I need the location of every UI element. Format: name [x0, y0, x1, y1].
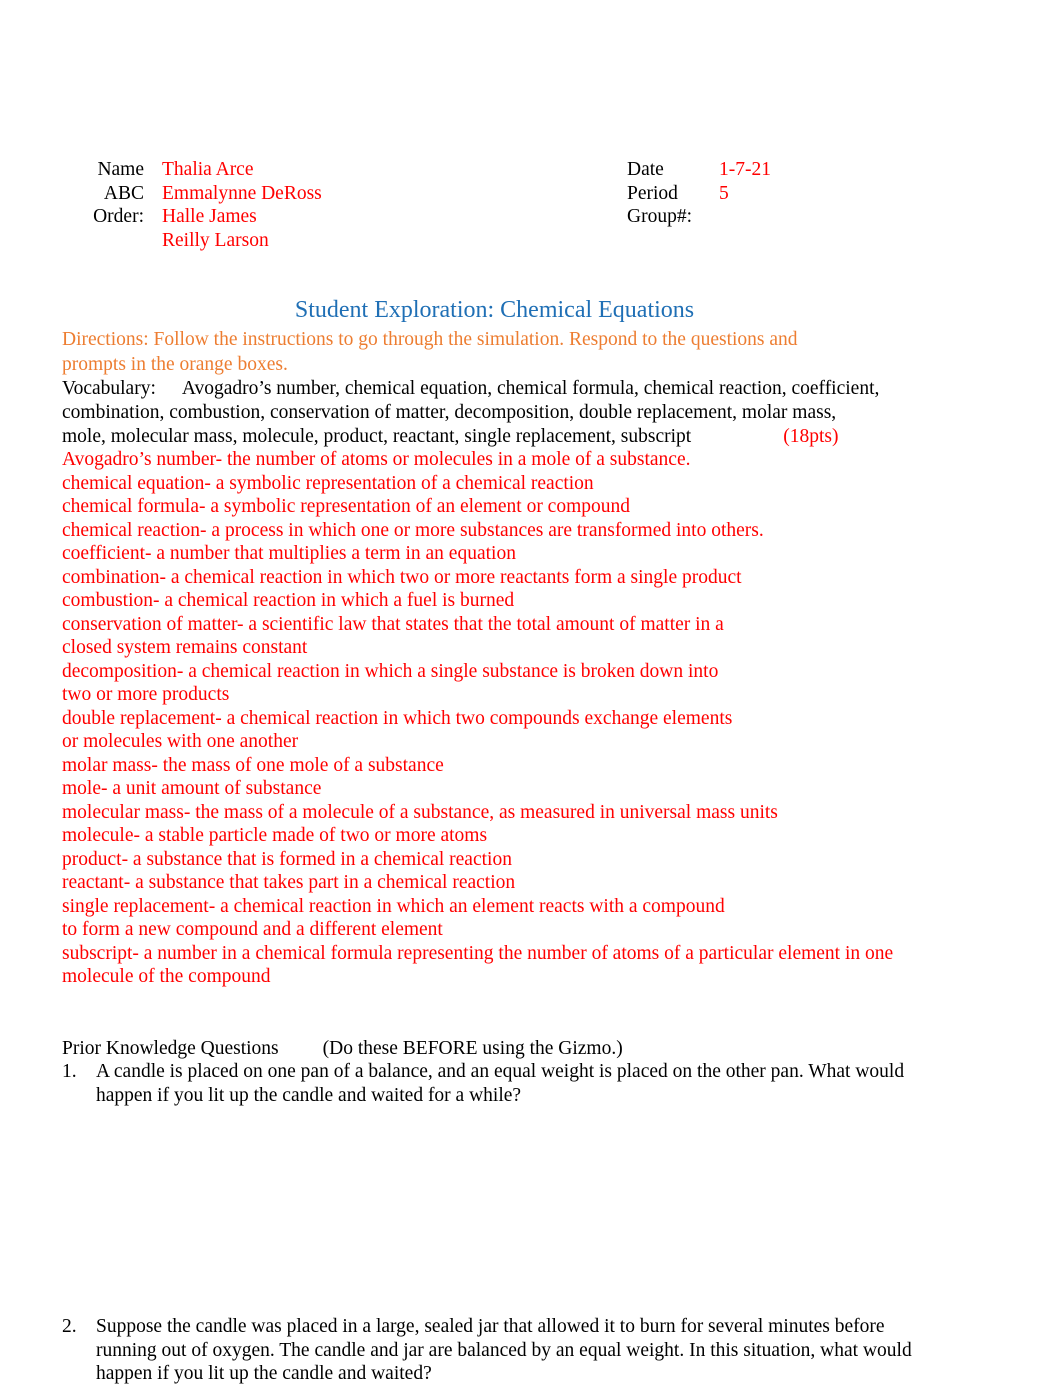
definition-line: Avogadro’s number- the number of atoms o… — [62, 449, 691, 471]
definition-line: subscript- a number in a chemical formul… — [62, 942, 894, 964]
question-number: 1. — [62, 1061, 77, 1083]
period-label: Period — [627, 182, 678, 204]
header-student-names: Thalia Arce Emmalynne DeRoss Halle James… — [162, 158, 322, 252]
definitions-answer-block: Avogadro’s number- the number of atoms o… — [62, 448, 942, 989]
definition-line: conservation of matter- a scientific law… — [62, 613, 724, 635]
document-header: Name ABC Order: Thalia Arce Emmalynne De… — [62, 158, 962, 258]
abc-label: ABC — [103, 182, 144, 204]
vocabulary-points: (18pts) — [783, 425, 839, 447]
definition-line: chemical formula- a symbolic representat… — [62, 496, 631, 518]
document-content: Name ABC Order: Thalia Arce Emmalynne De… — [62, 158, 962, 1386]
group-label: Group#: — [627, 206, 692, 227]
student-name-1: Thalia Arce — [162, 159, 254, 180]
question-item-1: 1. A candle is placed on one pan of a ba… — [62, 1060, 936, 1107]
definition-line: product- a substance that is formed in a… — [62, 848, 512, 870]
vocabulary-label: Vocabulary: — [62, 378, 156, 399]
vocabulary-block: Vocabulary: Avogadro’s number, chemical e… — [62, 377, 882, 448]
definition-line: mole- a unit amount of substance — [62, 778, 322, 800]
definition-line: molecular mass- the mass of a molecule o… — [62, 801, 778, 823]
header-row-period: Period 5 — [627, 182, 771, 206]
definition-line: chemical reaction- a process in which on… — [62, 519, 764, 541]
vocabulary-terms: Avogadro’s number, chemical equation, ch… — [62, 378, 880, 447]
definition-line: single replacement- a chemical reaction … — [62, 895, 725, 917]
order-label: Order: — [93, 206, 144, 227]
question-text: Suppose the candle was placed in a large… — [96, 1316, 912, 1385]
prior-knowledge-note: (Do these BEFORE using the Gizmo.) — [322, 1037, 623, 1059]
date-value: 1-7-21 — [719, 159, 771, 180]
definition-line: decomposition- a chemical reaction in wh… — [62, 660, 719, 682]
date-label: Date — [627, 159, 664, 180]
definition-line: or molecules with one another — [62, 731, 299, 753]
definition-line: coefficient- a number that multiplies a … — [62, 543, 516, 565]
period-value: 5 — [719, 182, 729, 204]
prior-knowledge-question-list: 1. A candle is placed on one pan of a ba… — [62, 1060, 962, 1386]
question-item-2: 2. Suppose the candle was placed in a la… — [62, 1315, 944, 1386]
definition-line: two or more products — [62, 684, 230, 706]
header-row-group: Group#: — [627, 205, 771, 229]
definition-line: combustion- a chemical reaction in which… — [62, 590, 515, 612]
question-number: 2. — [62, 1316, 77, 1338]
student-name-2: Emmalynne DeRoss — [162, 182, 322, 204]
document-page: Name ABC Order: Thalia Arce Emmalynne De… — [0, 0, 1062, 1384]
header-row-date: Date 1-7-21 — [627, 158, 771, 182]
definition-line: molar mass- the mass of one mole of a su… — [62, 754, 444, 776]
name-label: Name — [97, 159, 144, 180]
definition-line: reactant- a substance that takes part in… — [62, 872, 516, 894]
definition-line: to form a new compound and a different e… — [62, 919, 443, 941]
definition-line: molecule- a stable particle made of two … — [62, 825, 488, 847]
directions-text: Directions: Follow the instructions to g… — [62, 329, 798, 375]
prior-knowledge-heading-row: Prior Knowledge Questions (Do these BEFOR… — [62, 1037, 962, 1061]
prior-knowledge-heading: Prior Knowledge Questions — [62, 1037, 279, 1059]
definition-line: closed system remains constant — [62, 637, 308, 659]
definition-line: double replacement- a chemical reaction … — [62, 707, 733, 729]
student-name-4: Reilly Larson — [162, 229, 269, 251]
definition-line: chemical equation- a symbolic representa… — [62, 472, 594, 494]
student-name-3: Halle James — [162, 206, 257, 227]
page-title: Student Exploration: Chemical Equations — [294, 297, 695, 323]
definition-line: molecule of the compound — [62, 966, 271, 988]
definition-line: combination- a chemical reaction in whic… — [62, 566, 742, 588]
header-right-fields: Date 1-7-21 Period 5 Group#: — [627, 158, 771, 229]
question-text: A candle is placed on one pan of a balan… — [96, 1061, 905, 1106]
